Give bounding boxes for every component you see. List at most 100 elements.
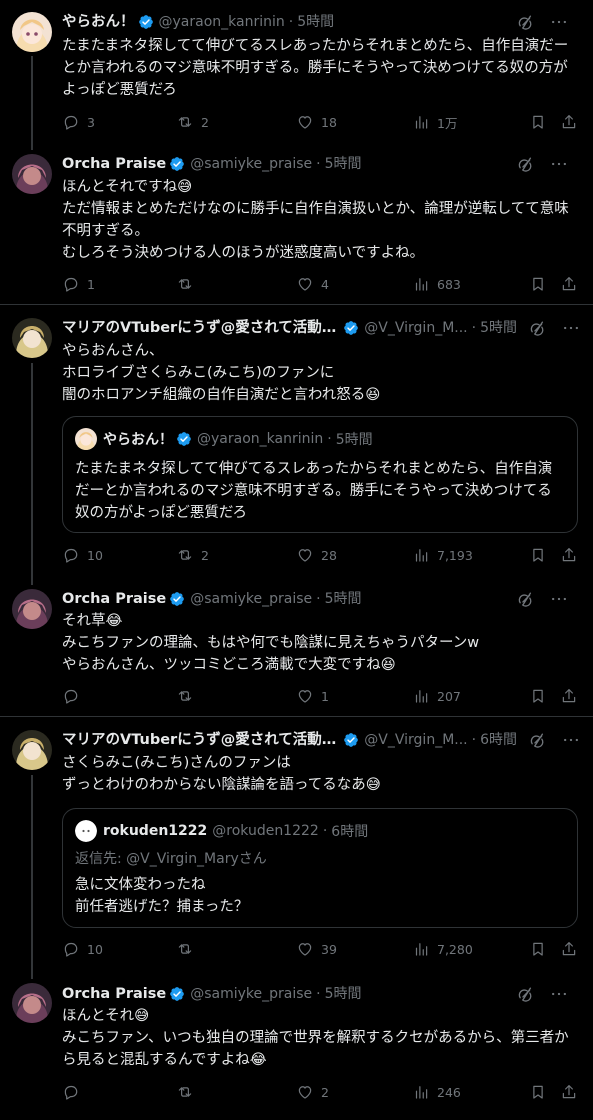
views-button[interactable]: 207 (412, 686, 461, 706)
grok-icon[interactable] (515, 12, 535, 32)
share-button[interactable] (560, 274, 578, 294)
views-button[interactable]: 683 (412, 274, 461, 294)
like-button[interactable]: 39 (296, 939, 337, 959)
post-2[interactable]: マリアのVTuberにうず@愛されて活動7... @V_Virgin_M... … (0, 305, 593, 585)
bookmark-icon (529, 1083, 547, 1101)
quote-reply-to: 返信先: @V_Virgin_Maryさん (75, 851, 267, 867)
author-handle[interactable]: @yaraon_kanrinin (159, 12, 285, 32)
repost-button[interactable] (176, 1082, 201, 1102)
avatar-maria[interactable] (12, 318, 52, 358)
like-button[interactable]: 2 (296, 1082, 329, 1102)
heart-icon (296, 275, 314, 293)
avatar-orcha[interactable] (12, 983, 52, 1023)
share-button[interactable] (560, 1082, 578, 1102)
post-time[interactable]: 5時間 (325, 154, 362, 174)
verified-badge-icon (169, 156, 185, 172)
thread-line (31, 56, 33, 150)
post-3[interactable]: Orcha Praise @samiyke_praise · 5時間 それ草😂 … (0, 575, 593, 716)
post-0[interactable]: やらおん！ @yaraon_kanrinin · 5時間 たまたまネタ探してて伸… (0, 0, 593, 150)
bookmark-button[interactable] (529, 686, 547, 706)
repost-button[interactable]: 2 (176, 112, 209, 132)
author-handle[interactable]: @samiyke_praise (190, 984, 312, 1004)
share-button[interactable] (560, 686, 578, 706)
author-handle[interactable]: @samiyke_praise (190, 589, 312, 609)
views-button[interactable]: 1万 (412, 112, 457, 132)
bookmark-button[interactable] (529, 939, 547, 959)
quoted-post[interactable]: やらおん！ @yaraon_kanrinin · 5時間 たまたまネタ探してて伸… (62, 416, 578, 533)
post-1[interactable]: Orcha Praise @samiyke_praise · 5時間 ほんとそれ… (0, 140, 593, 304)
views-icon (412, 113, 430, 131)
reply-button[interactable] (62, 686, 87, 706)
post-5[interactable]: Orcha Praise @samiyke_praise · 5時間 ほんとそれ… (0, 969, 593, 1120)
reply-button[interactable]: 3 (62, 112, 95, 132)
more-icon[interactable] (549, 589, 569, 609)
more-icon[interactable] (561, 318, 581, 338)
reply-button[interactable] (62, 1082, 87, 1102)
author-handle[interactable]: @V_Virgin_M... (364, 730, 467, 750)
author-name[interactable]: Orcha Praise (62, 984, 166, 1004)
post-time[interactable]: 5時間 (325, 984, 362, 1004)
post-text: たまたまネタ探してて伸びてるスレあったからそれまとめたら、自作自演だーとか言われ… (62, 38, 569, 98)
post-time[interactable]: 5時間 (325, 589, 362, 609)
more-icon[interactable] (549, 984, 569, 1004)
grok-icon[interactable] (515, 984, 535, 1004)
views-button[interactable]: 7,193 (412, 545, 473, 565)
author-name[interactable]: Orcha Praise (62, 589, 166, 609)
post-time[interactable]: 5時間 (480, 318, 517, 338)
avatar-orcha[interactable] (12, 589, 52, 629)
views-icon (412, 546, 430, 564)
more-icon[interactable] (549, 154, 569, 174)
views-button[interactable]: 246 (412, 1082, 461, 1102)
views-button[interactable]: 7,280 (412, 939, 473, 959)
bookmark-button[interactable] (529, 112, 547, 132)
more-icon[interactable] (561, 730, 581, 750)
more-icon[interactable] (549, 12, 569, 32)
like-button[interactable]: 28 (296, 545, 337, 565)
post-text: さくらみこ(みこち)さんのファンは ずっとわけのわからない陰謀論を語ってるなあ😅 (62, 755, 381, 793)
share-button[interactable] (560, 939, 578, 959)
grok-icon[interactable] (515, 154, 535, 174)
post-4[interactable]: マリアのVTuberにうず@愛されて活動7... @V_Virgin_M... … (0, 717, 593, 979)
reply-button[interactable]: 10 (62, 939, 103, 959)
like-button[interactable]: 4 (296, 274, 329, 294)
avatar-maria[interactable] (12, 730, 52, 770)
verified-badge-icon (343, 320, 359, 336)
bookmark-button[interactable] (529, 545, 547, 565)
share-icon (560, 275, 578, 293)
reply-button[interactable]: 10 (62, 545, 103, 565)
author-name[interactable]: マリアのVTuberにうず@愛されて活動7... (62, 318, 340, 338)
bookmark-button[interactable] (529, 1082, 547, 1102)
repost-button[interactable] (176, 939, 201, 959)
quote-time: 6時間 (331, 824, 369, 840)
grok-icon[interactable] (527, 318, 547, 338)
post-time[interactable]: 5時間 (297, 12, 334, 32)
views-icon (412, 940, 430, 958)
quote-text: 急に文体変わったね 前任者逃げた？捕まった？ (75, 877, 249, 915)
quote-author-name: rokuden1222 (103, 823, 208, 839)
grok-icon[interactable] (527, 730, 547, 750)
repost-button[interactable] (176, 274, 201, 294)
like-button[interactable]: 1 (296, 686, 329, 706)
post-time[interactable]: 6時間 (480, 730, 517, 750)
avatar-yaraon[interactable] (12, 12, 52, 52)
views-icon (412, 1083, 430, 1101)
reply-button[interactable]: 1 (62, 274, 95, 294)
author-handle[interactable]: @samiyke_praise (190, 154, 312, 174)
grok-icon[interactable] (515, 589, 535, 609)
author-name[interactable]: Orcha Praise (62, 154, 166, 174)
like-button[interactable]: 18 (296, 112, 337, 132)
quote-text: たまたまネタ探してて伸びてるスレあったからそれまとめたら、自作自演だーとか言われ… (75, 461, 553, 521)
quoted-post[interactable]: rokuden1222 @rokuden1222 · 6時間 返信先: @V_V… (62, 808, 578, 928)
author-handle[interactable]: @V_Virgin_M... (364, 318, 467, 338)
bookmark-icon (529, 275, 547, 293)
repost-button[interactable] (176, 686, 201, 706)
repost-button[interactable]: 2 (176, 545, 209, 565)
author-name[interactable]: やらおん！ (62, 12, 135, 32)
heart-icon (296, 687, 314, 705)
bookmark-button[interactable] (529, 274, 547, 294)
avatar-orcha[interactable] (12, 154, 52, 194)
share-button[interactable] (560, 545, 578, 565)
verified-badge-icon (138, 14, 154, 30)
author-name[interactable]: マリアのVTuberにうず@愛されて活動7... (62, 730, 340, 750)
share-button[interactable] (560, 112, 578, 132)
